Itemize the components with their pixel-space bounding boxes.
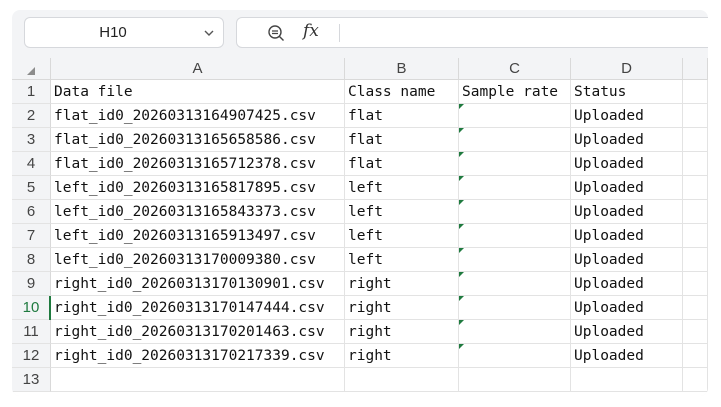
cell-b2[interactable]: flat — [345, 104, 459, 128]
sheet-grid[interactable]: A B C D 1 Data file Class name Sample rate Statu… — [12, 58, 708, 396]
formula-bar[interactable]: fx — [236, 17, 708, 48]
cell-d2[interactable]: Uploaded — [571, 104, 683, 128]
cell-a11[interactable]: right_id0_20260313170201463.csv — [51, 320, 345, 344]
cell-b12[interactable]: right — [345, 344, 459, 368]
cell-b3[interactable]: flat — [345, 128, 459, 152]
cell-e11[interactable] — [683, 320, 708, 344]
column-header-e[interactable] — [683, 58, 708, 80]
chevron-down-icon[interactable] — [203, 27, 215, 39]
cell-e2[interactable] — [683, 104, 708, 128]
cell-e1[interactable] — [683, 80, 708, 104]
cell-b9[interactable]: right — [345, 272, 459, 296]
name-box[interactable]: H10 — [24, 17, 224, 48]
cell-b1[interactable]: Class name — [345, 80, 459, 104]
row-header-2[interactable]: 2 — [12, 104, 51, 128]
cell-d11[interactable]: Uploaded — [571, 320, 683, 344]
cell-e9[interactable] — [683, 272, 708, 296]
cell-a5[interactable]: left_id0_20260313165817895.csv — [51, 176, 345, 200]
cell-c9[interactable] — [459, 272, 571, 296]
column-header-c[interactable]: C — [459, 58, 571, 80]
cell-c3[interactable] — [459, 128, 571, 152]
cell-a9[interactable]: right_id0_20260313170130901.csv — [51, 272, 345, 296]
cell-c12[interactable] — [459, 344, 571, 368]
cell-b6[interactable]: left — [345, 200, 459, 224]
cell-b7[interactable]: left — [345, 224, 459, 248]
row-header-9[interactable]: 9 — [12, 272, 51, 296]
cell-d5[interactable]: Uploaded — [571, 176, 683, 200]
cell-a6[interactable]: left_id0_20260313165843373.csv — [51, 200, 345, 224]
cell-c2[interactable] — [459, 104, 571, 128]
cell-c11[interactable] — [459, 320, 571, 344]
select-all-corner[interactable] — [12, 58, 51, 80]
cell-e13[interactable] — [683, 368, 708, 392]
cell-a2[interactable]: flat_id0_20260313164907425.csv — [51, 104, 345, 128]
row-header-3[interactable]: 3 — [12, 128, 51, 152]
cell-c13[interactable] — [459, 368, 571, 392]
cell-e12[interactable] — [683, 344, 708, 368]
cell-e6[interactable] — [683, 200, 708, 224]
column-header-a[interactable]: A — [51, 58, 345, 80]
cell-a8[interactable]: left_id0_20260313170009380.csv — [51, 248, 345, 272]
cell-a7[interactable]: left_id0_20260313165913497.csv — [51, 224, 345, 248]
cell-d9[interactable]: Uploaded — [571, 272, 683, 296]
cell-a4[interactable]: flat_id0_20260313165712378.csv — [51, 152, 345, 176]
cell-d12[interactable]: Uploaded — [571, 344, 683, 368]
cell-d10[interactable]: Uploaded — [571, 296, 683, 320]
cell-c6[interactable] — [459, 200, 571, 224]
cell-e7[interactable] — [683, 224, 708, 248]
cell-a3[interactable]: flat_id0_20260313165658586.csv — [51, 128, 345, 152]
cell-b11[interactable]: right — [345, 320, 459, 344]
row-header-11[interactable]: 11 — [12, 320, 51, 344]
cell-e3[interactable] — [683, 128, 708, 152]
cell-c1[interactable]: Sample rate — [459, 80, 571, 104]
cell-d8[interactable]: Uploaded — [571, 248, 683, 272]
row-header-10[interactable]: 10 — [12, 296, 51, 320]
formula-divider — [339, 24, 340, 42]
column-header-b[interactable]: B — [345, 58, 459, 80]
cell-b10[interactable]: right — [345, 296, 459, 320]
fx-icon[interactable]: fx — [303, 21, 319, 41]
zoom-formula-icon[interactable] — [267, 24, 285, 42]
cell-c8[interactable] — [459, 248, 571, 272]
cell-d4[interactable]: Uploaded — [571, 152, 683, 176]
row-header-13[interactable]: 13 — [12, 368, 51, 392]
cell-b5[interactable]: left — [345, 176, 459, 200]
column-header-d[interactable]: D — [571, 58, 683, 80]
cell-e4[interactable] — [683, 152, 708, 176]
cell-c4[interactable] — [459, 152, 571, 176]
row-header-4[interactable]: 4 — [12, 152, 51, 176]
spreadsheet-window: H10 fx A B C D 1 Data file Class name Sample ra… — [12, 10, 708, 396]
cell-a12[interactable]: right_id0_20260313170217339.csv — [51, 344, 345, 368]
cell-e5[interactable] — [683, 176, 708, 200]
cell-e8[interactable] — [683, 248, 708, 272]
cell-d6[interactable]: Uploaded — [571, 200, 683, 224]
cell-d13[interactable] — [571, 368, 683, 392]
cell-b4[interactable]: flat — [345, 152, 459, 176]
cell-c7[interactable] — [459, 224, 571, 248]
cell-b8[interactable]: left — [345, 248, 459, 272]
cell-reference: H10 — [99, 24, 127, 41]
cell-e10[interactable] — [683, 296, 708, 320]
cell-a1[interactable]: Data file — [51, 80, 345, 104]
cell-a10[interactable]: right_id0_20260313170147444.csv — [51, 296, 345, 320]
row-header-1[interactable]: 1 — [12, 80, 51, 104]
cell-c5[interactable] — [459, 176, 571, 200]
cell-b13[interactable] — [345, 368, 459, 392]
row-header-8[interactable]: 8 — [12, 248, 51, 272]
cell-a13[interactable] — [51, 368, 345, 392]
cell-c10[interactable] — [459, 296, 571, 320]
row-header-6[interactable]: 6 — [12, 200, 51, 224]
row-header-7[interactable]: 7 — [12, 224, 51, 248]
cell-d1[interactable]: Status — [571, 80, 683, 104]
row-header-5[interactable]: 5 — [12, 176, 51, 200]
row-header-12[interactable]: 12 — [12, 344, 51, 368]
cell-d7[interactable]: Uploaded — [571, 224, 683, 248]
select-all-icon — [27, 67, 35, 75]
cell-d3[interactable]: Uploaded — [571, 128, 683, 152]
